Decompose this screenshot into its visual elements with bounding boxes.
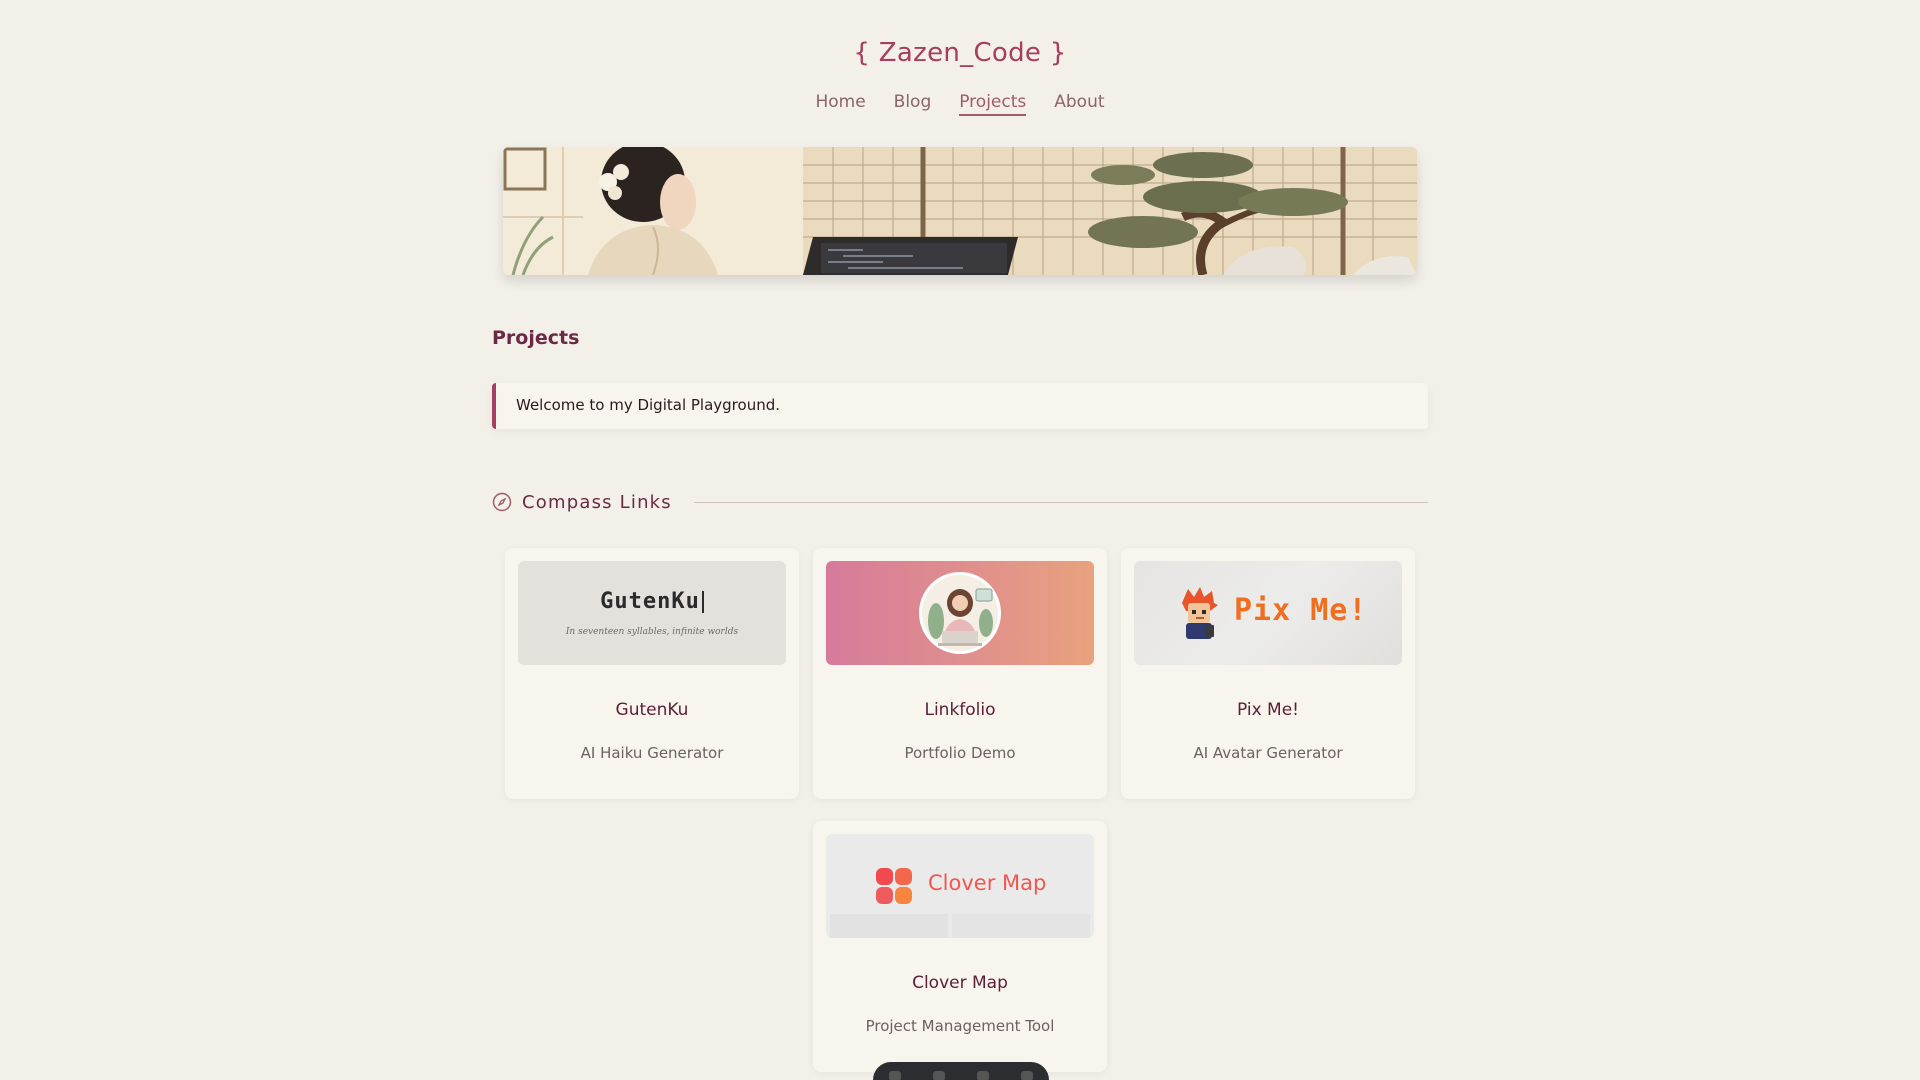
project-card-linkfolio[interactable]: Linkfolio Portfolio Demo: [813, 548, 1107, 799]
project-card-gutenku[interactable]: GutenKu In seventeen syllables, infinite…: [505, 548, 799, 799]
linkfolio-avatar-illustration: [919, 572, 1001, 654]
nav-home[interactable]: Home: [815, 92, 865, 116]
compass-icon: [492, 492, 512, 512]
dock-icon[interactable]: [889, 1071, 901, 1080]
clovermap-thumbnail: Clover Map: [826, 834, 1094, 938]
project-name[interactable]: Clover Map: [813, 973, 1107, 993]
welcome-callout: Welcome to my Digital Playground.: [492, 383, 1428, 429]
project-card-pixme[interactable]: Pix Me! Pix Me! AI Avatar Generator: [1121, 548, 1415, 799]
nav-about[interactable]: About: [1054, 92, 1104, 116]
nav-blog[interactable]: Blog: [894, 92, 932, 116]
pixme-thumbnail: Pix Me!: [1134, 561, 1402, 665]
project-name[interactable]: Pix Me!: [1121, 700, 1415, 720]
hero-banner-image: [503, 147, 1417, 275]
gutenku-thumbnail: GutenKu In seventeen syllables, infinite…: [518, 561, 786, 665]
project-description: Portfolio Demo: [904, 744, 1016, 762]
section-divider: [693, 501, 1428, 503]
section-header: Compass Links: [492, 490, 1428, 514]
project-card-clovermap[interactable]: Clover Map Clover Map Project Management…: [813, 821, 1107, 1072]
pixme-thumb-title: Pix Me!: [1234, 593, 1368, 628]
clover-logo-icon: [876, 868, 912, 904]
dock-icon[interactable]: [977, 1071, 989, 1080]
gutenku-thumb-tagline: In seventeen syllables, infinite worlds: [565, 627, 739, 637]
welcome-text: Welcome to my Digital Playground.: [516, 396, 781, 414]
page-title: Projects: [492, 327, 580, 349]
main-nav: Home Blog Projects About: [0, 92, 1920, 116]
section-title: Compass Links: [522, 491, 672, 513]
project-description: Project Management Tool: [865, 1017, 1055, 1035]
project-description: AI Haiku Generator: [580, 744, 724, 762]
pixme-avatar-icon: [1182, 587, 1218, 639]
linkfolio-thumbnail: [826, 561, 1094, 665]
project-name[interactable]: GutenKu: [505, 700, 799, 720]
project-name[interactable]: Linkfolio: [813, 700, 1107, 720]
nav-projects[interactable]: Projects: [959, 92, 1027, 116]
project-description: AI Avatar Generator: [1193, 744, 1343, 762]
bottom-dock[interactable]: [873, 1062, 1049, 1080]
gutenku-thumb-title: GutenKu: [600, 589, 700, 614]
dock-icon[interactable]: [1021, 1071, 1033, 1080]
site-title[interactable]: { Zazen_Code }: [0, 38, 1920, 68]
dock-icon[interactable]: [933, 1071, 945, 1080]
clovermap-thumb-title: Clover Map: [928, 871, 1047, 895]
